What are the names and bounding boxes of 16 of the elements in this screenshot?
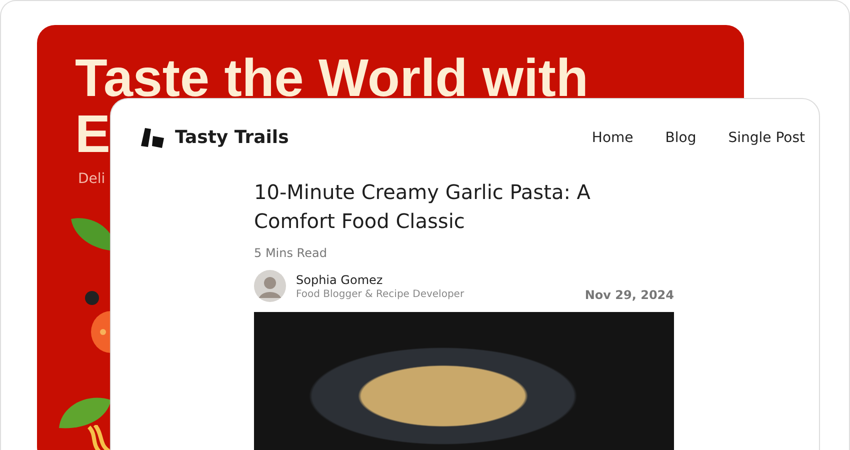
article-title: 10-Minute Creamy Garlic Pasta: A Comfort Food Classic [254, 179, 592, 235]
peppercorn-icon [84, 290, 100, 306]
nav-link[interactable]: Single Post [728, 130, 805, 146]
read-time: 5 Mins Read [254, 246, 328, 260]
nav-link[interactable]: Home [592, 130, 634, 146]
avatar-icon [254, 270, 286, 302]
post-date: Nov 29, 2024 [584, 288, 674, 302]
logo-icon [141, 128, 165, 148]
pasta-icon [87, 425, 111, 450]
author-name: Sophia Gomez [296, 272, 384, 286]
hero-subtitle: Deli [78, 171, 106, 187]
hero-heading: Taste the World with [75, 51, 590, 107]
brand-name[interactable]: Tasty Trails [175, 127, 289, 148]
nav-link[interactable]: Blog [665, 130, 696, 146]
author-role: Food Blogger & Recipe Developer [296, 288, 466, 300]
hero-heading: E [75, 107, 110, 163]
